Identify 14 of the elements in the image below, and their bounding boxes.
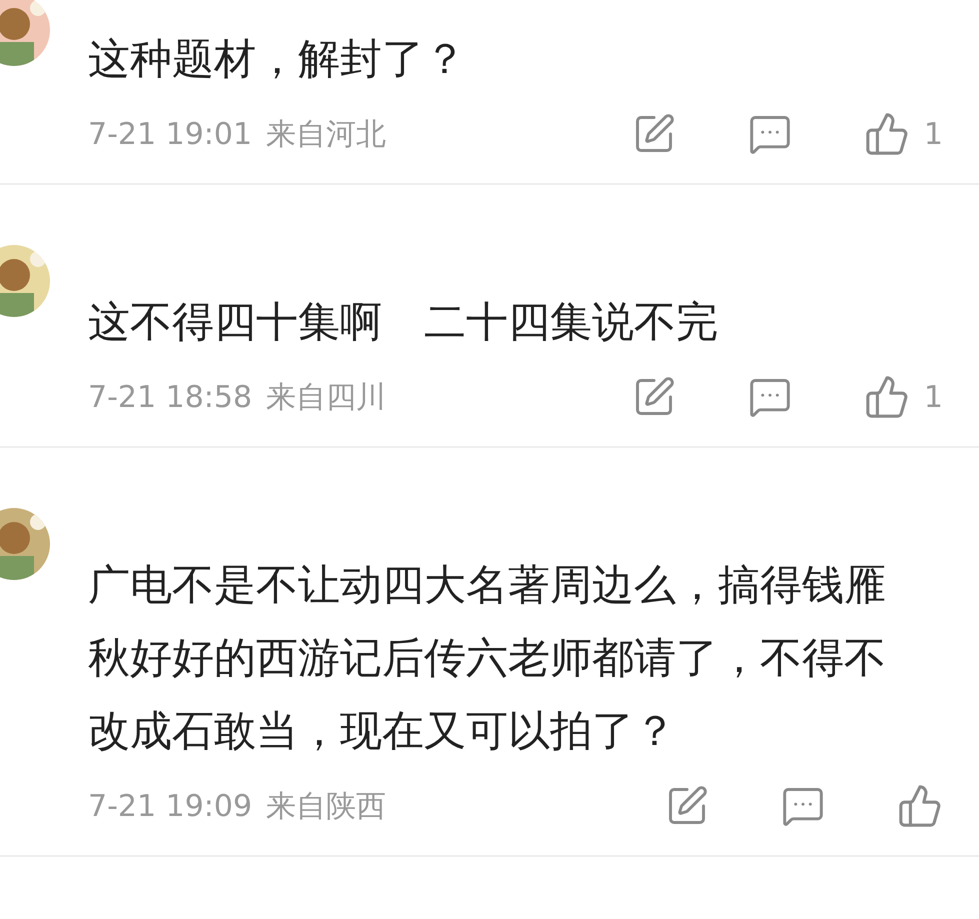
like-count: 1 (924, 116, 943, 152)
like-icon[interactable] (864, 374, 910, 420)
comment-location: 来自陕西 (266, 788, 386, 826)
comment-time: 7-21 19:01 (88, 116, 252, 152)
comment-text: 这不得四十集啊 二十四集说不完 (88, 296, 719, 348)
like-icon[interactable] (864, 111, 910, 157)
comment-location: 来自四川 (266, 378, 386, 416)
comment-time: 7-21 18:58 (88, 380, 252, 414)
like-icon[interactable] (897, 783, 943, 829)
comment-location: 来自河北 (266, 116, 386, 154)
comment-text: 这种题材，解封了？ (88, 33, 467, 85)
comment-time: 7-21 19:09 (88, 788, 252, 824)
like-count: 1 (924, 380, 943, 414)
comment-text: 广电不是不让动四大名著周边么，搞得钱雁秋好好的西游记后传六老师都请了，不得不改成石敢当，现在又可以拍了？ (88, 559, 887, 757)
